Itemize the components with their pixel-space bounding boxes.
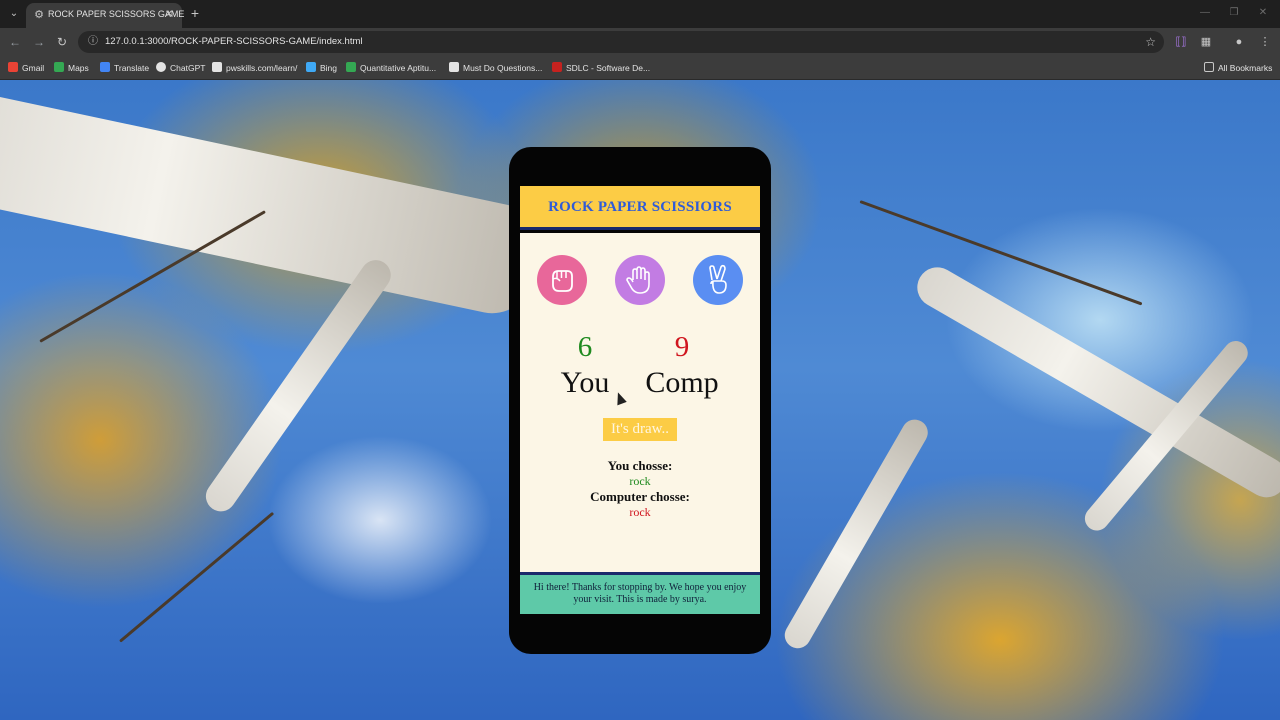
bookmark-chatgpt[interactable]: ChatGPT bbox=[156, 61, 205, 75]
paper-button[interactable] bbox=[615, 255, 665, 305]
bookmark-translate[interactable]: Translate bbox=[100, 61, 149, 75]
bookmarks-bar: Gmail Maps Translate ChatGPT pwskills.co… bbox=[0, 56, 1280, 80]
gmail-icon bbox=[8, 62, 18, 72]
folder-icon bbox=[1204, 62, 1214, 72]
url-text[interactable]: 127.0.0.1:3000/ROCK-PAPER-SCISSORS-GAME/… bbox=[105, 36, 362, 47]
bookmark-star-icon[interactable]: ☆ bbox=[1145, 34, 1156, 50]
translate-icon bbox=[100, 62, 110, 72]
bookmark-pwskills[interactable]: pwskills.com/learn/ bbox=[212, 61, 297, 75]
site-info-icon[interactable]: ⓘ bbox=[86, 35, 100, 49]
birch-trunk-lower-right bbox=[780, 414, 933, 653]
computer-choice-heading: Computer chosse: bbox=[590, 489, 690, 504]
reload-icon[interactable]: ↻ bbox=[53, 33, 71, 51]
bookmark-sdlc[interactable]: SDLC - Software De... bbox=[552, 61, 650, 75]
globe-icon: ⚙ bbox=[34, 9, 44, 21]
bookmark-maps[interactable]: Maps bbox=[54, 61, 89, 75]
phone-frame: ROCK PAPER SCISSIORS 6 9 You Comp It's d… bbox=[509, 147, 771, 654]
maps-icon bbox=[54, 62, 64, 72]
back-icon[interactable]: ← bbox=[6, 33, 24, 51]
footer-text: Hi there! Thanks for stopping by. We hop… bbox=[533, 582, 747, 605]
sdlc-icon bbox=[552, 62, 562, 72]
chatgpt-icon bbox=[156, 62, 166, 72]
computer-score: 9 bbox=[674, 331, 690, 363]
rock-icon bbox=[552, 270, 573, 292]
restore-icon[interactable]: ❐ bbox=[1227, 6, 1241, 20]
result-message: It's draw.. bbox=[603, 418, 677, 441]
birch-trunk-left bbox=[0, 80, 547, 321]
birch-trunk-lower-left bbox=[200, 254, 397, 518]
new-tab-icon[interactable]: + bbox=[188, 5, 202, 21]
close-icon[interactable]: ✕ bbox=[162, 8, 176, 22]
address-bar[interactable]: ⓘ 127.0.0.1:3000/ROCK-PAPER-SCISSORS-GAM… bbox=[78, 31, 1164, 53]
user-choice-heading: You chosse: bbox=[607, 458, 673, 473]
extension-icon[interactable]: ⟦⟧ bbox=[1172, 33, 1190, 51]
tab-search-icon[interactable]: ⌄ bbox=[4, 4, 24, 24]
menu-kebab-icon[interactable]: ⋮ bbox=[1256, 33, 1274, 51]
scissors-button[interactable] bbox=[693, 255, 743, 305]
computer-label: Comp bbox=[645, 366, 719, 399]
app-header: ROCK PAPER SCISSIORS bbox=[520, 186, 760, 230]
bookmark-gmail[interactable]: Gmail bbox=[8, 61, 44, 75]
user-score: 6 bbox=[577, 331, 593, 363]
scissors-icon bbox=[709, 264, 727, 294]
branch bbox=[119, 511, 275, 643]
bookmark-must-do[interactable]: Must Do Questions... bbox=[449, 61, 542, 75]
rock-button[interactable] bbox=[537, 255, 587, 305]
tab-active[interactable]: ⚙ ROCK PAPER SCISSORS GAME ✕ bbox=[26, 3, 184, 28]
all-bookmarks[interactable]: All Bookmarks bbox=[1204, 61, 1272, 75]
game-area: 6 9 You Comp It's draw.. You chosse: roc… bbox=[520, 233, 760, 572]
bookmark-quant[interactable]: Quantitative Aptitu... bbox=[346, 61, 436, 75]
paper-icon bbox=[626, 266, 650, 294]
bookmark-bing[interactable]: Bing bbox=[306, 61, 337, 75]
window-close-icon[interactable]: ✕ bbox=[1256, 6, 1270, 20]
profile-icon[interactable]: ● bbox=[1230, 33, 1248, 51]
branch bbox=[859, 200, 1143, 306]
app-footer: Hi there! Thanks for stopping by. We hop… bbox=[520, 572, 760, 614]
computer-choice-value: rock bbox=[629, 505, 651, 519]
quant-icon bbox=[346, 62, 356, 72]
user-choice-value: rock bbox=[629, 474, 651, 488]
must-do-icon bbox=[449, 62, 459, 72]
page-background: ROCK PAPER SCISSIORS 6 9 You Comp It's d… bbox=[0, 80, 1280, 720]
forward-icon[interactable]: → bbox=[30, 33, 48, 51]
tab-strip: ⌄ ⚙ ROCK PAPER SCISSORS GAME ✕ + — ❐ ✕ bbox=[0, 0, 1280, 28]
page-title: ROCK PAPER SCISSIORS bbox=[548, 199, 732, 215]
extensions-puzzle-icon[interactable]: ▦ bbox=[1197, 33, 1215, 51]
browser-toolbar: ← → ↻ ⓘ 127.0.0.1:3000/ROCK-PAPER-SCISSO… bbox=[0, 28, 1280, 56]
bing-icon bbox=[306, 62, 316, 72]
minimize-icon[interactable]: — bbox=[1198, 6, 1212, 20]
pwskills-icon bbox=[212, 62, 222, 72]
